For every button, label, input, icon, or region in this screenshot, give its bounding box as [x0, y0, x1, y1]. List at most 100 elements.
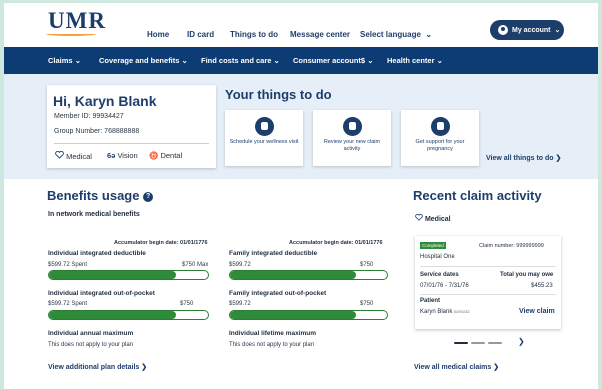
tile-wellness-visit[interactable]: Schedule your wellness visit: [225, 110, 303, 166]
menu-find-costs-care[interactable]: Find costs and care ⌄: [201, 56, 280, 65]
divider: [420, 294, 556, 295]
greeting: Hi, Karyn Blank: [53, 93, 157, 109]
coverage-dental-label: Dental: [160, 151, 183, 160]
chevron-down-icon: ⌄: [74, 56, 81, 65]
patient-name: Karyn Blank 00/01/32: [420, 309, 470, 315]
heart-pulse-icon: [415, 213, 423, 221]
baby-icon: [430, 117, 450, 136]
carousel-dot-active[interactable]: [454, 342, 468, 344]
tile-claim-activity[interactable]: Review your new claim activity: [313, 110, 391, 166]
status-badge: Completed: [420, 242, 446, 249]
divider: [54, 143, 209, 144]
benefits-title: Benefits usage ?: [47, 188, 154, 203]
chevron-down-icon: ⌄: [554, 27, 561, 34]
menu-claims-label: Claims: [48, 56, 73, 65]
accumulator-date-right: Accumulator begin date: 01/01/1776: [289, 240, 383, 246]
help-icon[interactable]: ?: [143, 191, 154, 202]
progress-fill: [230, 311, 356, 319]
fam-deductible-spent: $599.72: [229, 262, 251, 268]
ind-deductible-spent: $599.72 Spent: [48, 262, 88, 268]
chevron-right-icon: ❯: [555, 155, 562, 162]
chevron-right-icon: ❯: [141, 364, 148, 371]
coverage-dental[interactable]: ♉ Dental: [149, 151, 182, 160]
patient-label: Patient: [420, 298, 441, 304]
annual-max-value: This does not apply to your plan: [48, 342, 134, 348]
nav-select-language-label: Select language: [360, 30, 421, 39]
claims-category: Medical: [415, 213, 451, 223]
top-header: UMR Home ID card Things to do Message ce…: [4, 3, 598, 43]
benefits-title-text: Benefits usage: [47, 188, 140, 203]
claim-card: Completed Claim number: 999999999 Hospit…: [415, 236, 561, 329]
fam-oop-label: Family integrated out-of-pocket: [229, 290, 327, 297]
menu-health-center[interactable]: Health center ⌄: [387, 56, 443, 65]
page-frame: UMR Home ID card Things to do Message ce…: [4, 3, 598, 389]
my-account-label: My account: [512, 26, 551, 34]
fam-oop-max: $750: [360, 301, 374, 307]
coverage-vision[interactable]: 6ә Vision: [107, 151, 138, 160]
menu-find-costs-label: Find costs and care: [201, 56, 272, 65]
fam-deductible-label: Family integrated deductible: [229, 250, 318, 257]
my-account-button[interactable]: My account ⌄: [490, 20, 564, 40]
menu-claims[interactable]: Claims ⌄: [48, 56, 81, 65]
tile-claim-text: Review your new claim activity: [323, 139, 381, 152]
claim-provider: Hospital One: [420, 254, 455, 260]
coverage-vision-label: Vision: [117, 151, 138, 160]
nav-message-center[interactable]: Message center: [290, 30, 350, 39]
ind-deductible-max: $750 Max: [182, 262, 209, 268]
chevron-down-icon: ⌄: [181, 56, 188, 65]
view-all-things-link[interactable]: View all things to do ❯: [486, 154, 561, 162]
patient-dob: 00/01/32: [454, 309, 470, 314]
lifetime-max-value: This does not apply to your plan: [229, 342, 315, 348]
nav-home[interactable]: Home: [147, 30, 169, 39]
chevron-right-icon[interactable]: ❯: [518, 337, 525, 346]
menu-coverage-label: Coverage and benefits: [99, 56, 180, 65]
claims-title: Recent claim activity: [413, 188, 542, 203]
divider: [420, 266, 556, 267]
view-all-claims-label: View all medical claims: [414, 364, 492, 371]
logo-swoosh: [46, 32, 96, 36]
chevron-down-icon: ⌄: [367, 56, 374, 65]
view-claim-link[interactable]: View claim: [519, 308, 555, 315]
lifetime-max-label: Individual lifetime maximum: [229, 330, 317, 337]
fam-oop-spent: $599.72: [229, 301, 251, 307]
nav-id-card[interactable]: ID card: [187, 30, 214, 39]
menu-consumer-account[interactable]: Consumer account$ ⌄: [293, 56, 374, 65]
umr-logo[interactable]: UMR: [48, 9, 106, 32]
user-icon: [498, 25, 508, 35]
carousel-dot[interactable]: [471, 342, 485, 344]
claims-category-label: Medical: [424, 216, 451, 223]
coverage-medical-label: Medical: [66, 152, 92, 161]
view-all-things-label: View all things to do: [486, 155, 554, 162]
member-card: Hi, Karyn Blank Member ID: 99934427 Grou…: [47, 85, 216, 168]
patient-name-text: Karyn Blank: [420, 309, 453, 315]
nav-select-language[interactable]: Select language ⌄: [360, 30, 432, 39]
menu-consumer-label: Consumer account$: [293, 56, 366, 65]
ind-oop-spent: $599.72 Spent: [48, 301, 88, 307]
ind-oop-label: Individual integrated out-of-pocket: [48, 290, 155, 297]
clipboard-icon: [342, 117, 362, 136]
accumulator-date-left: Accumulator begin date: 01/01/1776: [114, 240, 208, 246]
menu-health-label: Health center: [387, 56, 435, 65]
chevron-right-icon: ❯: [493, 364, 500, 371]
fam-deductible-bar: [229, 270, 388, 280]
service-dates-label: Service dates: [420, 272, 459, 278]
benefits-subtitle: In network medical benefits: [48, 211, 140, 218]
claim-number: Claim number: 999999999: [479, 243, 544, 249]
tile-pregnancy-text: Get support for your pregnancy: [415, 139, 465, 152]
annual-max-label: Individual annual maximum: [48, 330, 134, 337]
view-plan-details-link[interactable]: View additional plan details ❯: [48, 363, 147, 371]
view-plan-details-label: View additional plan details: [48, 364, 140, 371]
heart-pulse-icon: [55, 150, 64, 159]
progress-fill: [49, 271, 177, 279]
tile-pregnancy[interactable]: Get support for your pregnancy: [401, 110, 479, 166]
things-title: Your things to do: [225, 87, 332, 102]
nav-things-to-do[interactable]: Things to do: [230, 30, 278, 39]
carousel-dot[interactable]: [488, 342, 502, 344]
ind-deductible-label: Individual integrated deductible: [48, 250, 146, 257]
coverage-medical[interactable]: Medical: [55, 150, 92, 161]
view-all-claims-link[interactable]: View all medical claims ❯: [414, 363, 499, 371]
owe-amount: $455.23: [531, 283, 553, 289]
leaf-icon: [254, 117, 274, 136]
menu-coverage-benefits[interactable]: Coverage and benefits ⌄: [99, 56, 188, 65]
chevron-down-icon: ⌄: [436, 56, 443, 65]
